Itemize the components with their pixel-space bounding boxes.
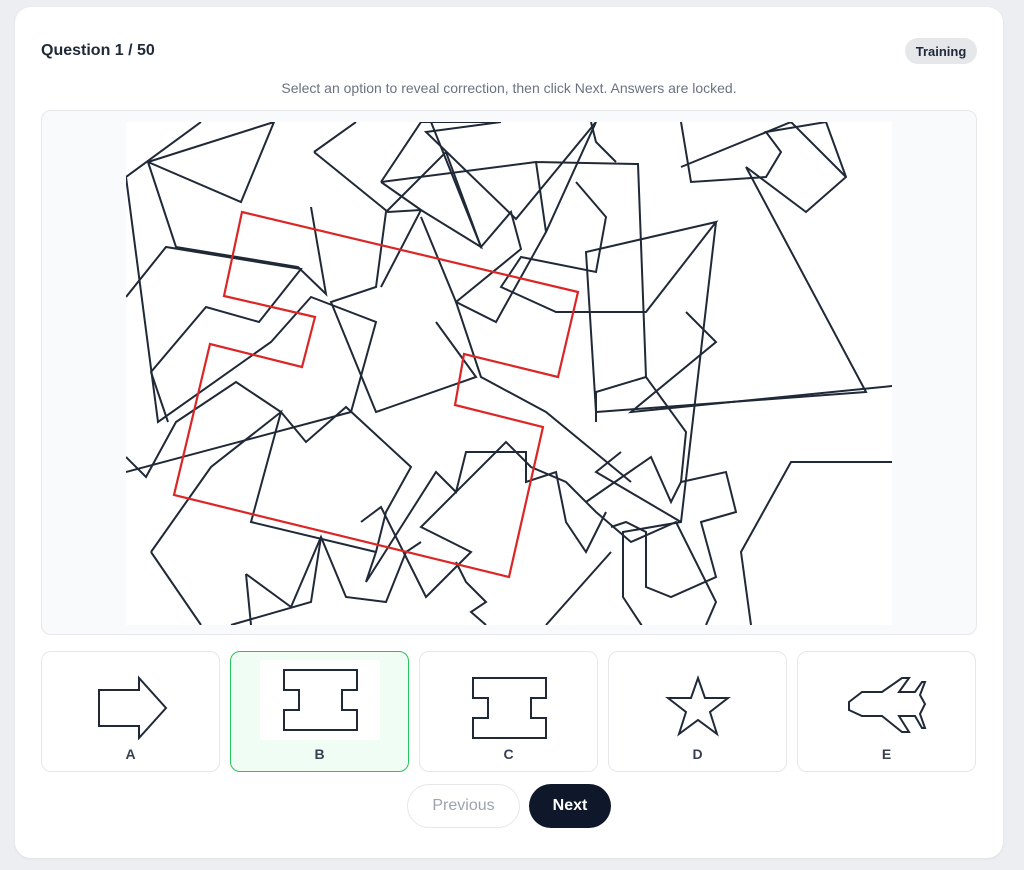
- star-icon: [665, 674, 731, 737]
- previous-button[interactable]: Previous: [407, 784, 520, 828]
- puzzle-frame: [41, 110, 977, 635]
- option-e[interactable]: E: [797, 651, 976, 772]
- arrow-right-icon: [98, 675, 168, 741]
- option-c-label: C: [503, 746, 514, 762]
- mode-badge: Training: [905, 38, 977, 64]
- solution-outline: [172, 210, 580, 579]
- notched-rectangle-icon: [283, 669, 358, 731]
- next-button[interactable]: Next: [529, 784, 611, 828]
- puzzle-drawing: [126, 122, 892, 625]
- puzzle-outline: [585, 455, 738, 599]
- option-a[interactable]: A: [41, 651, 220, 772]
- puzzle-outline: [126, 380, 607, 583]
- puzzle-outline: [150, 409, 377, 625]
- puzzle-outline: [380, 160, 688, 483]
- notched-rectangle-icon: [472, 677, 547, 739]
- option-e-image: [827, 660, 947, 740]
- option-d-image: [638, 660, 758, 740]
- option-b-image: [260, 660, 380, 740]
- puzzle-outline: [245, 534, 422, 609]
- instructions-text: Select an option to reveal correction, t…: [281, 80, 737, 96]
- puzzle-outline: [380, 122, 632, 483]
- puzzle-image: [126, 122, 892, 625]
- puzzle-outline: [126, 245, 303, 423]
- option-d[interactable]: D: [608, 651, 787, 772]
- puzzle-outline: [590, 122, 617, 163]
- option-a-image: [71, 660, 191, 741]
- puzzle-outline: [627, 311, 892, 414]
- option-b[interactable]: B: [230, 651, 409, 772]
- puzzle-outline: [360, 440, 718, 625]
- option-c-image: [449, 660, 569, 740]
- puzzle-outline: [230, 536, 322, 625]
- puzzle-outline: [313, 122, 483, 414]
- airplane-icon: [848, 677, 927, 733]
- puzzle-outline: [126, 122, 378, 473]
- option-b-label: B: [314, 746, 325, 762]
- quiz-card: Question 1 / 50 Training Select an optio…: [15, 7, 1003, 858]
- option-e-label: E: [881, 746, 892, 762]
- option-a-label: A: [125, 746, 136, 762]
- option-d-label: D: [692, 746, 703, 762]
- question-counter: Question 1 / 50: [41, 42, 155, 59]
- puzzle-outline: [739, 461, 892, 625]
- puzzle-outline: [455, 561, 488, 625]
- answer-options: A B C D E: [41, 651, 977, 772]
- puzzle-outline: [545, 551, 612, 625]
- option-c[interactable]: C: [419, 651, 598, 772]
